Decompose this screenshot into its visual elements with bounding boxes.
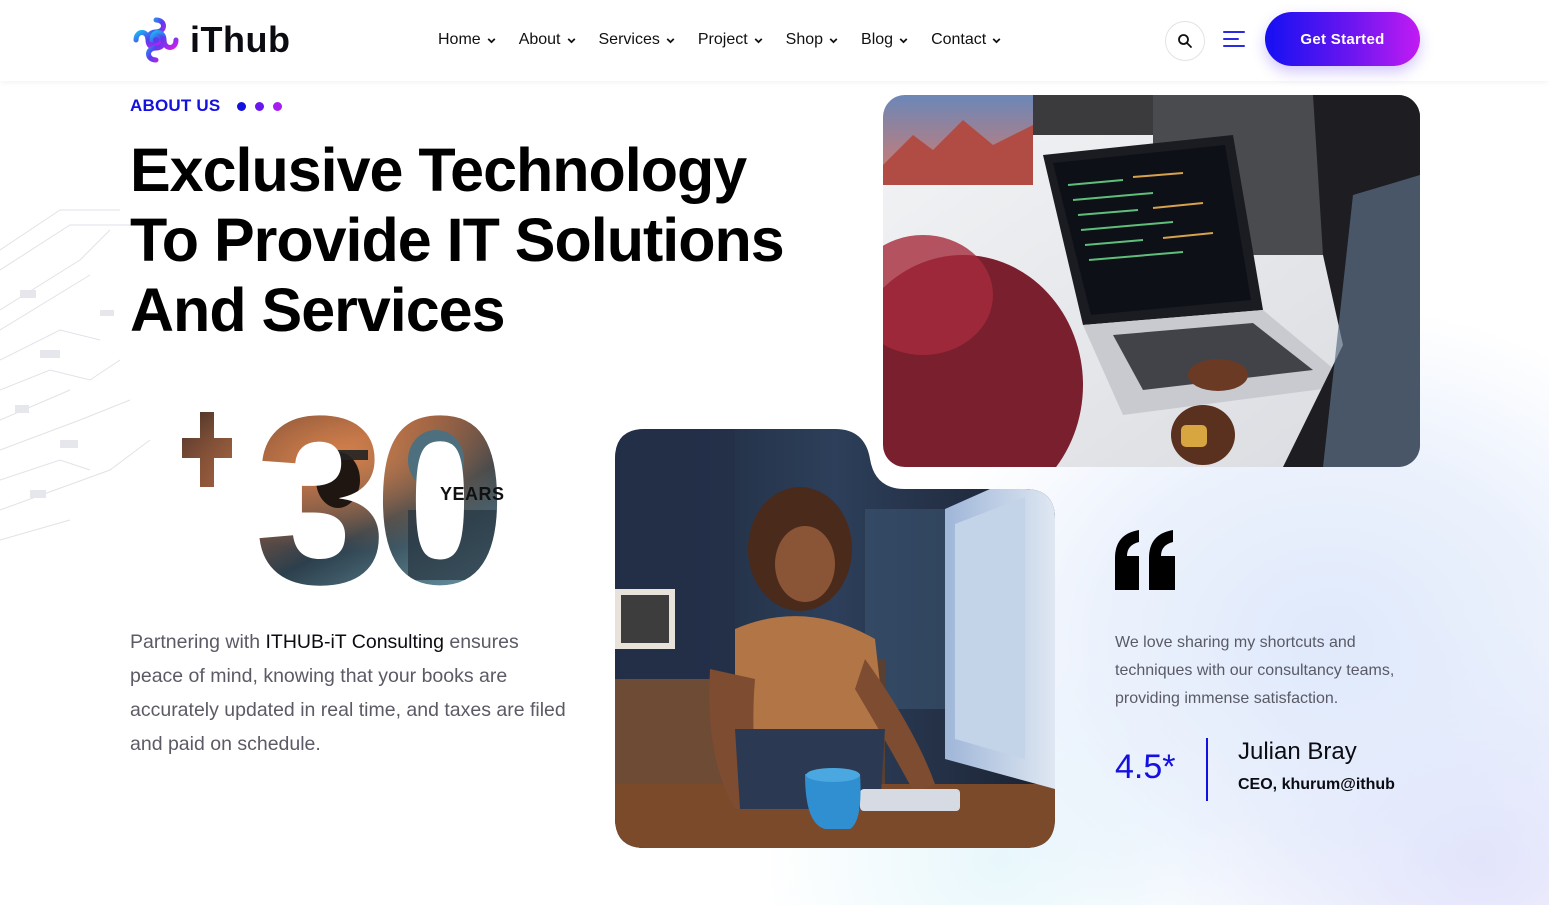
nav-item-label: Project — [697, 31, 748, 48]
brand-name: iThub — [190, 19, 291, 60]
quote-icon — [1115, 530, 1175, 590]
nav-item-label: Contact — [931, 31, 987, 48]
divider — [1206, 738, 1208, 801]
get-started-button[interactable]: Get Started — [1265, 12, 1420, 66]
main-nav: Home About Services Project Shop Blog Co… — [438, 31, 1002, 49]
nav-item-label: Services — [598, 31, 660, 48]
nav-item-about[interactable]: About — [519, 31, 577, 49]
nav-item-label: Shop — [785, 31, 824, 48]
nav-item-project[interactable]: Project — [698, 31, 764, 49]
chevron-down-icon — [754, 37, 763, 43]
chevron-down-icon — [992, 37, 1001, 43]
nav-item-label: About — [518, 31, 561, 48]
company-name-highlight: ITHUB-iT Consulting — [265, 631, 444, 653]
dot-decoration — [255, 101, 265, 111]
chevron-down-icon — [666, 37, 675, 43]
chevron-down-icon — [899, 37, 908, 43]
years-label: YEARS — [440, 484, 505, 504]
eyebrow-label: ABOUT US — [130, 96, 221, 115]
heading-line: And Services — [130, 276, 506, 344]
photo-developers-laptop — [883, 95, 1420, 467]
chevron-down-icon — [829, 37, 838, 43]
dot-decoration — [237, 101, 247, 111]
hamburger-menu-icon[interactable] — [1223, 31, 1247, 49]
brand-logo[interactable]: iThub — [130, 14, 290, 66]
nav-item-blog[interactable]: Blog — [861, 31, 909, 49]
nav-item-label: Home — [438, 31, 481, 48]
nav-item-home[interactable]: Home — [438, 31, 497, 49]
nav-item-shop[interactable]: Shop — [786, 31, 839, 49]
rating-value: 4.5* — [1115, 748, 1176, 786]
author-role: CEO, khurum@ithub — [1238, 776, 1395, 793]
logo-mark-icon — [133, 17, 179, 63]
heading-line: Exclusive Technology — [130, 136, 747, 204]
dot-decoration — [273, 101, 283, 111]
search-button[interactable] — [1165, 21, 1205, 61]
site-header: iThub Home About Services Project Shop B… — [0, 0, 1549, 81]
nav-item-contact[interactable]: Contact — [931, 31, 1002, 49]
section-heading: Exclusive Technology To Provide IT Solut… — [130, 135, 830, 345]
testimonial-text: We love sharing my shortcuts and techniq… — [1115, 634, 1395, 707]
author-name: Julian Bray — [1238, 738, 1357, 765]
description-text: Partnering with — [130, 631, 266, 653]
chevron-down-icon — [487, 37, 496, 43]
heading-line: To Provide IT Solutions — [130, 206, 785, 274]
photo-woman-at-computer — [615, 429, 1055, 848]
nav-item-services[interactable]: Services — [599, 31, 676, 49]
chevron-down-icon — [567, 37, 575, 43]
section-eyebrow: ABOUT US — [130, 96, 283, 116]
developers-laptop-image — [883, 95, 1420, 467]
woman-at-computer-image — [615, 429, 1055, 848]
about-description: Partnering with ITHUB-iT Consulting ensu… — [130, 625, 570, 761]
search-icon — [1178, 34, 1192, 48]
eyebrow-dots — [237, 101, 283, 111]
nav-item-label: Blog — [861, 31, 894, 48]
